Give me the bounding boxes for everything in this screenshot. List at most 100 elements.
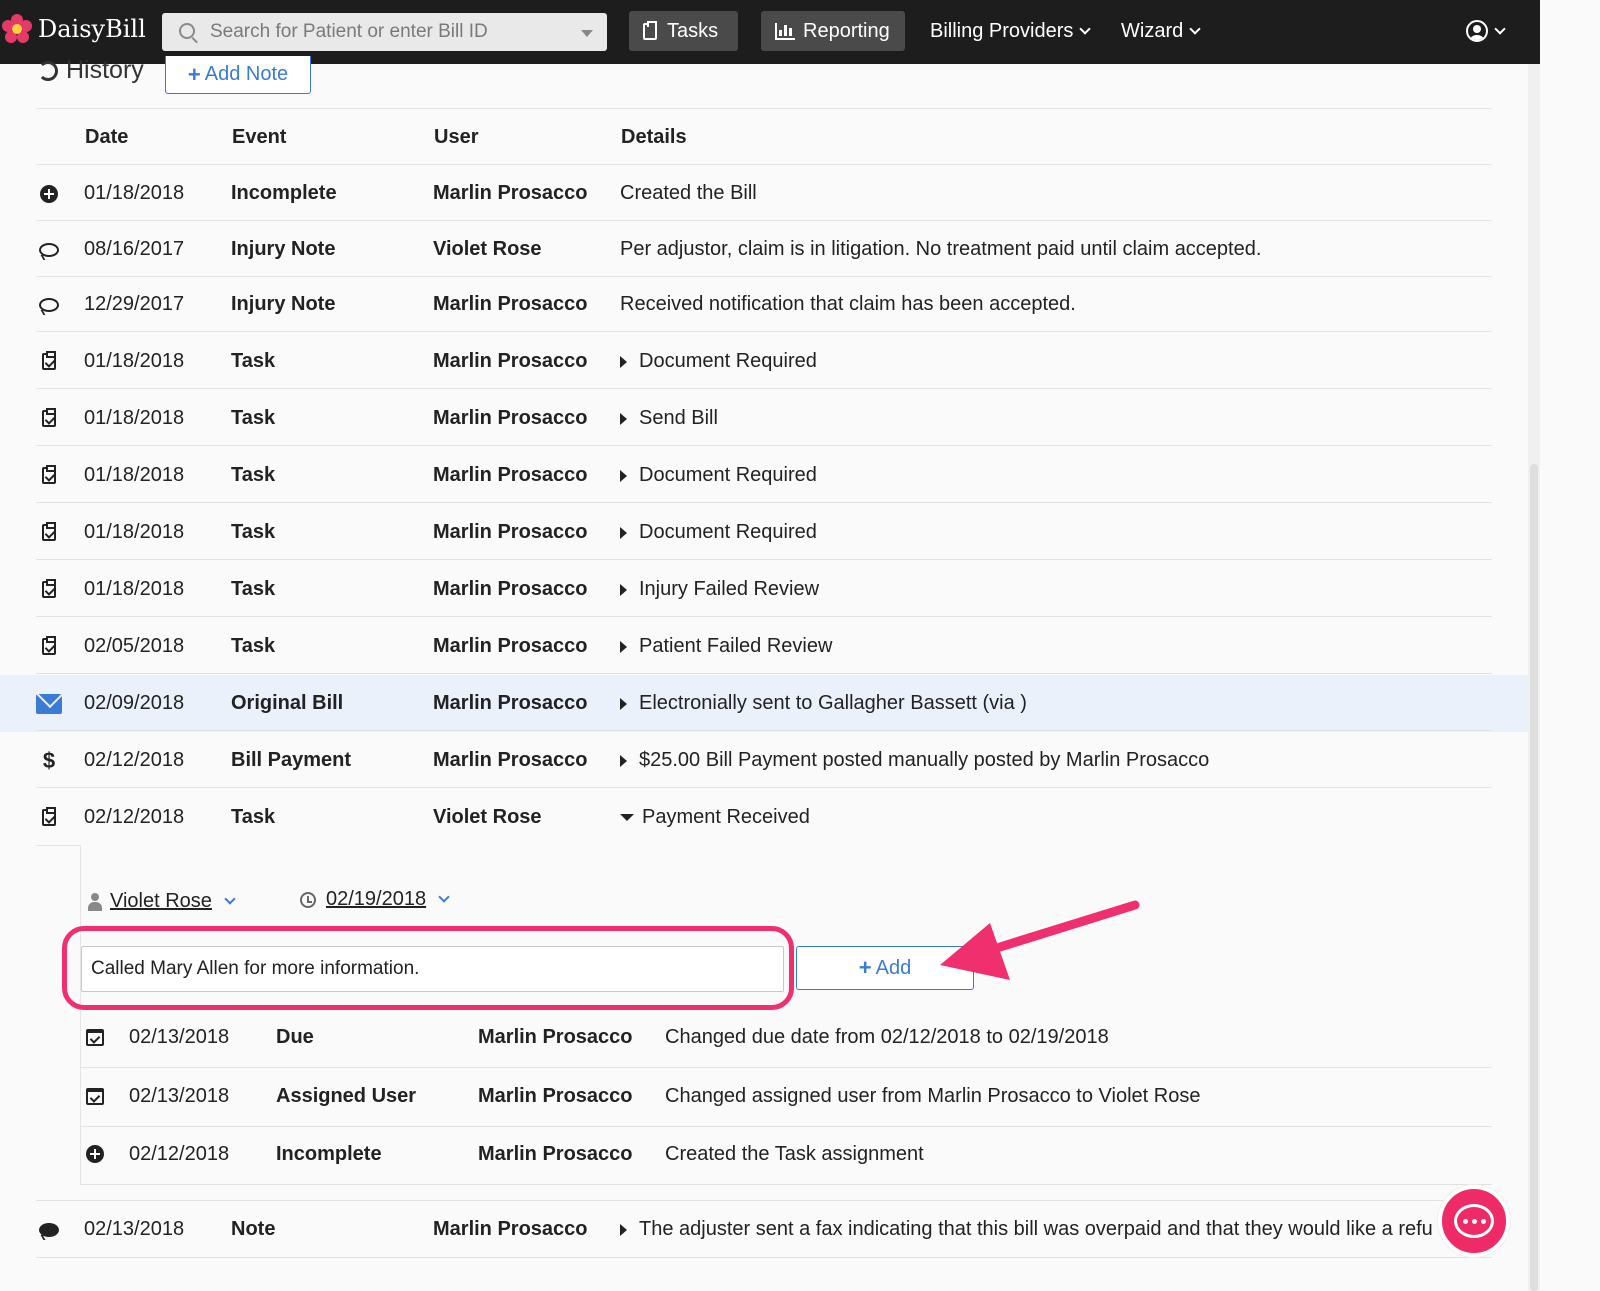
tasks-button[interactable]: Tasks [629, 11, 738, 51]
add-note-button[interactable]: + Add Note [165, 56, 311, 94]
row-icon-cell [36, 561, 62, 618]
cell-details[interactable]: The adjuster sent a fax indicating that … [620, 1201, 1433, 1258]
caret-down-icon[interactable] [620, 814, 634, 821]
history-row[interactable]: 02/12/2018 Task Violet Rose Payment Receive… [0, 789, 1528, 846]
history-row[interactable]: 01/18/2018 Task Marlin Prosacco Document Re… [0, 447, 1528, 504]
event-text: Assigned User [276, 1084, 417, 1107]
cell-details[interactable]: Payment Received [620, 789, 810, 846]
history-row[interactable]: 01/18/2018 Task Marlin Prosacco Injury Fail… [0, 561, 1528, 618]
envelope-icon [36, 693, 62, 714]
history-row[interactable]: 01/18/2018 Task Marlin Prosacco Document Re… [0, 333, 1528, 390]
column-header-details[interactable]: Details [621, 126, 687, 149]
event-text: Original Bill [231, 692, 344, 714]
cell-details: Created the Bill [620, 165, 757, 222]
caret-right-icon[interactable] [620, 1223, 627, 1236]
details-text: Created the Bill [620, 182, 757, 204]
daisy-icon [2, 14, 32, 44]
task-sub-row[interactable]: 02/13/2018 Assigned User Marlin Prosacco Ch… [80, 1067, 1492, 1125]
event-text: Injury Note [231, 238, 336, 260]
user-text: Violet Rose [433, 238, 542, 260]
caret-right-icon[interactable] [620, 412, 627, 425]
daisybill-logo[interactable]: DaisyBill [2, 14, 146, 44]
caret-right-icon[interactable] [620, 697, 627, 710]
chat-button[interactable] [1438, 1185, 1510, 1257]
cell-date: 02/05/2018 [84, 618, 184, 675]
column-header-event[interactable]: Event [232, 126, 286, 149]
task-sub-row[interactable]: 02/12/2018 Incomplete Marlin Prosacco Creat… [80, 1125, 1492, 1183]
billing-providers-menu[interactable]: Billing Providers [930, 20, 1092, 43]
cell-details[interactable]: Document Required [620, 504, 817, 561]
cell-details[interactable]: Patient Failed Review [620, 618, 832, 675]
cell-details[interactable]: Document Required [620, 333, 817, 390]
cell-event: Task [231, 618, 275, 675]
reporting-button[interactable]: Reporting [761, 11, 905, 51]
cell-date: 02/12/2018 [129, 1125, 229, 1183]
history-row[interactable]: 02/09/2018 Original Bill Marlin Prosacco El… [0, 675, 1528, 732]
cell-user: Marlin Prosacco [433, 390, 588, 447]
cell-details[interactable]: Electronially sent to Gallagher Bassett … [620, 675, 1027, 732]
user-menu[interactable] [1466, 20, 1506, 42]
cell-details[interactable]: Send Bill [620, 390, 718, 447]
cell-user: Marlin Prosacco [433, 165, 588, 222]
search-box[interactable] [162, 13, 607, 51]
divider [80, 1184, 1492, 1185]
row-icon-cell [36, 447, 62, 504]
details-text: Payment Received [642, 806, 810, 828]
event-text: Task [231, 521, 276, 543]
cell-date: 01/18/2018 [84, 447, 184, 504]
date-text: 02/05/2018 [84, 635, 185, 657]
cell-details[interactable]: Document Required [620, 447, 817, 504]
wizard-menu[interactable]: Wizard [1121, 20, 1201, 43]
cell-user: Marlin Prosacco [433, 732, 588, 789]
divider [36, 108, 1492, 109]
history-row[interactable]: $02/12/2018 Bill Payment Marlin Prosacco $2… [0, 732, 1528, 789]
caret-right-icon[interactable] [620, 355, 627, 368]
cell-user: Marlin Prosacco [478, 1125, 633, 1183]
details-text: Document Required [639, 521, 817, 543]
history-row[interactable]: 01/18/2018 Task Marlin Prosacco Send Bill [0, 390, 1528, 447]
caret-right-icon[interactable] [620, 640, 627, 653]
caret-right-icon[interactable] [620, 754, 627, 767]
history-row[interactable]: 01/18/2018 Incomplete Marlin Prosacco Creat… [0, 165, 1528, 222]
cell-date: 02/12/2018 [84, 789, 184, 846]
cell-date: 01/18/2018 [84, 165, 184, 222]
scrollbar-thumb[interactable] [1530, 464, 1538, 1291]
search-icon [179, 23, 195, 39]
clipboard-check-icon [42, 465, 56, 484]
history-row[interactable]: 01/18/2018 Task Marlin Prosacco Document Re… [0, 504, 1528, 561]
scrollbar[interactable] [1528, 64, 1540, 1291]
cell-event: Task [231, 561, 275, 618]
cell-date: 02/13/2018 [84, 1201, 184, 1258]
clipboard-icon [643, 20, 657, 40]
pointer-arrow-icon [940, 900, 1140, 980]
due-date-picker[interactable]: 02/19/2018 [300, 888, 450, 911]
comment-icon [39, 242, 59, 257]
caret-right-icon[interactable] [620, 583, 627, 596]
cell-event: Injury Note [231, 221, 335, 278]
search-input[interactable] [210, 13, 580, 51]
date-text: 02/12/2018 [129, 1142, 230, 1165]
cell-user: Marlin Prosacco [433, 675, 588, 732]
column-header-user[interactable]: User [434, 126, 478, 149]
history-row[interactable]: 02/05/2018 Task Marlin Prosacco Patient Fai… [0, 618, 1528, 675]
cell-details[interactable]: $25.00 Bill Payment posted manually post… [620, 732, 1209, 789]
caret-right-icon[interactable] [620, 526, 627, 539]
date-text: 02/13/2018 [129, 1084, 230, 1107]
caret-right-icon[interactable] [620, 469, 627, 482]
task-note-input[interactable] [81, 946, 784, 992]
history-row[interactable]: 08/16/2017 Injury Note Violet Rose Per adju… [0, 221, 1528, 278]
history-row[interactable]: 02/13/2018 Note Marlin Prosacco The adjuste… [0, 1201, 1528, 1258]
cell-event: Assigned User [276, 1067, 416, 1125]
task-sub-row[interactable]: 02/13/2018 Due Marlin Prosacco Changed due … [80, 1008, 1492, 1066]
assignee-dropdown[interactable]: Violet Rose [88, 890, 236, 913]
history-row[interactable]: 12/29/2017 Injury Note Marlin Prosacco Rece… [0, 276, 1528, 333]
plus-circle-icon [86, 1145, 104, 1163]
caret-down-icon[interactable] [581, 30, 593, 37]
cell-details[interactable]: Injury Failed Review [620, 561, 819, 618]
divider [36, 787, 1492, 788]
column-header-date[interactable]: Date [85, 126, 128, 149]
cell-details: Received notification that claim has bee… [620, 276, 1076, 333]
cell-details: Changed due date from 02/12/2018 to 02/1… [665, 1008, 1109, 1066]
cell-event: Incomplete [276, 1125, 382, 1183]
history-icon [38, 60, 58, 81]
